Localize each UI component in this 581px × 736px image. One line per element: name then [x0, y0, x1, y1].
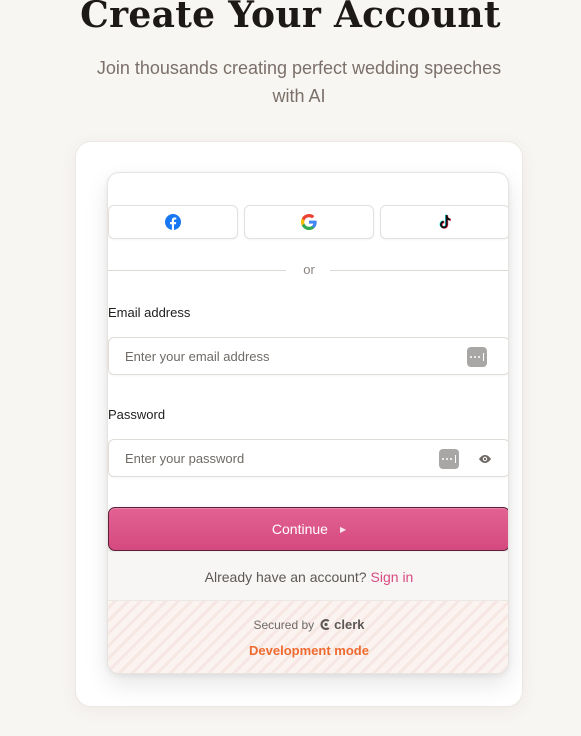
social-buttons [108, 205, 508, 239]
google-signin-button[interactable] [244, 205, 374, 239]
clerk-logo[interactable]: clerk [320, 617, 365, 632]
signin-footer: Already have an account? Sign in [108, 551, 508, 601]
eye-icon[interactable] [477, 451, 493, 467]
caret-right-icon: ▶ [339, 524, 347, 534]
signin-prompt: Already have an account? [204, 568, 367, 585]
signup-card: or Email address Enter your email addres… [107, 172, 509, 674]
page-title: Create Your Account [80, 0, 501, 36]
continue-button[interactable]: Continue ▶ [108, 507, 508, 551]
clerk-icon [320, 619, 330, 630]
tiktok-icon [439, 214, 451, 229]
password-label: Password [108, 407, 166, 422]
password-manager-icon[interactable] [439, 449, 459, 469]
password-manager-icon[interactable] [467, 347, 487, 367]
google-icon [301, 214, 317, 230]
password-placeholder: Enter your password [125, 451, 245, 466]
facebook-signin-button[interactable] [108, 205, 238, 239]
facebook-icon [165, 214, 181, 230]
page-subtitle: Join thousands creating perfect wedding … [70, 54, 528, 110]
password-field[interactable]: Enter your password [108, 439, 508, 477]
email-field[interactable]: Enter your email address [108, 337, 508, 375]
secured-by: Secured by clerk [108, 617, 508, 632]
continue-label: Continue [271, 521, 328, 537]
or-divider: or [108, 262, 508, 279]
subtitle-line-2: with AI [272, 86, 326, 106]
email-placeholder: Enter your email address [125, 349, 270, 364]
tiktok-signin-button[interactable] [380, 205, 508, 239]
email-label: Email address [108, 305, 191, 320]
subtitle-line-1: Join thousands creating perfect wedding … [96, 58, 502, 78]
signin-link[interactable]: Sign in [371, 569, 414, 585]
clerk-brand-text: clerk [334, 617, 365, 632]
secured-by-text: Secured by [253, 617, 315, 632]
development-mode-badge: Development mode [249, 643, 369, 658]
divider-line-right [330, 270, 508, 271]
clerk-footer: Secured by clerk Development mode [108, 600, 508, 673]
